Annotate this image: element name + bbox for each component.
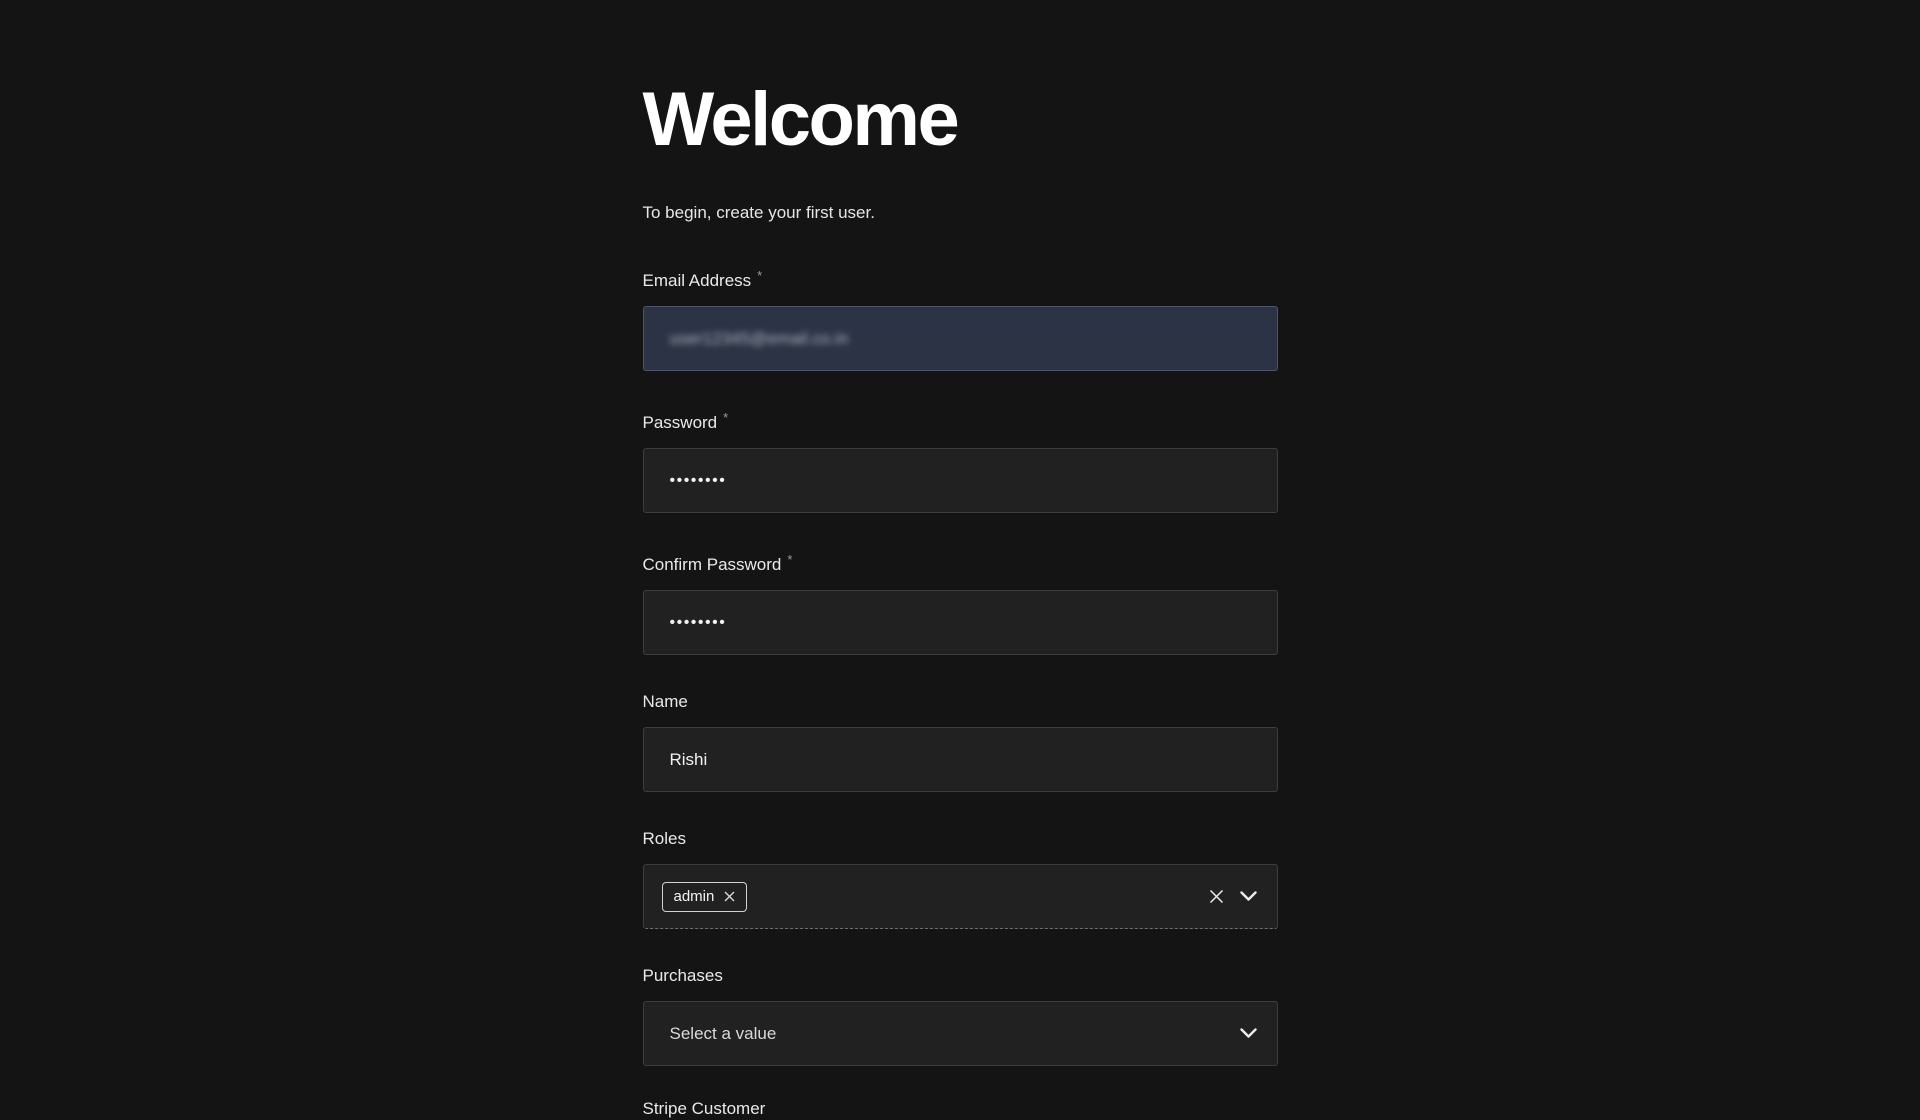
name-field-group: Name [643,691,1278,792]
confirm-password-field-group: Confirm Password * [643,549,1278,655]
stripe-customer-label: Stripe Customer [643,1099,766,1118]
name-input[interactable] [643,727,1278,792]
roles-label-row: Roles [643,828,1278,850]
purchases-placeholder: Select a value [662,1024,777,1044]
roles-label: Roles [643,829,686,848]
password-field-group: Password * [643,407,1278,513]
required-asterisk: * [723,410,728,425]
email-label-row: Email Address * [643,265,1278,292]
chevron-down-icon[interactable] [1240,1028,1257,1039]
purchases-controls [1240,1028,1257,1039]
chevron-down-icon[interactable] [1240,891,1257,902]
purchases-label-row: Purchases [643,965,1278,987]
page-title: Welcome [643,82,1278,158]
name-label-row: Name [643,691,1278,713]
clear-all-icon[interactable] [1209,889,1224,904]
password-label-row: Password * [643,407,1278,434]
roles-controls [1209,889,1257,904]
stripe-customer-label-row: Stripe Customer [643,1098,1278,1120]
email-field-group: Email Address * user12345@email.co.in [643,265,1278,371]
page-subtitle: To begin, create your first user. [643,202,1278,224]
confirm-password-label: Confirm Password [643,555,782,574]
chip-remove-icon[interactable] [724,891,735,902]
required-asterisk: * [757,268,762,283]
create-first-user-panel: Welcome To begin, create your first user… [643,0,1278,1120]
required-asterisk: * [787,552,792,567]
roles-chip-label: admin [674,889,715,904]
stripe-customer-field-group: Stripe Customer [643,1098,1278,1120]
roles-field-group: Roles admin [643,828,1278,929]
password-input[interactable] [643,448,1278,513]
purchases-label: Purchases [643,966,723,985]
roles-multiselect[interactable]: admin [643,864,1278,929]
purchases-field-group: Purchases Select a value [643,965,1278,1066]
confirm-password-input[interactable] [643,590,1278,655]
email-label: Email Address [643,271,752,290]
roles-chip-admin[interactable]: admin [662,882,748,912]
name-label: Name [643,692,688,711]
purchases-select[interactable]: Select a value [643,1001,1278,1066]
email-value-redacted: user12345@email.co.in [670,329,849,349]
confirm-password-label-row: Confirm Password * [643,549,1278,576]
email-input[interactable]: user12345@email.co.in [643,306,1278,371]
password-label: Password [643,413,718,432]
